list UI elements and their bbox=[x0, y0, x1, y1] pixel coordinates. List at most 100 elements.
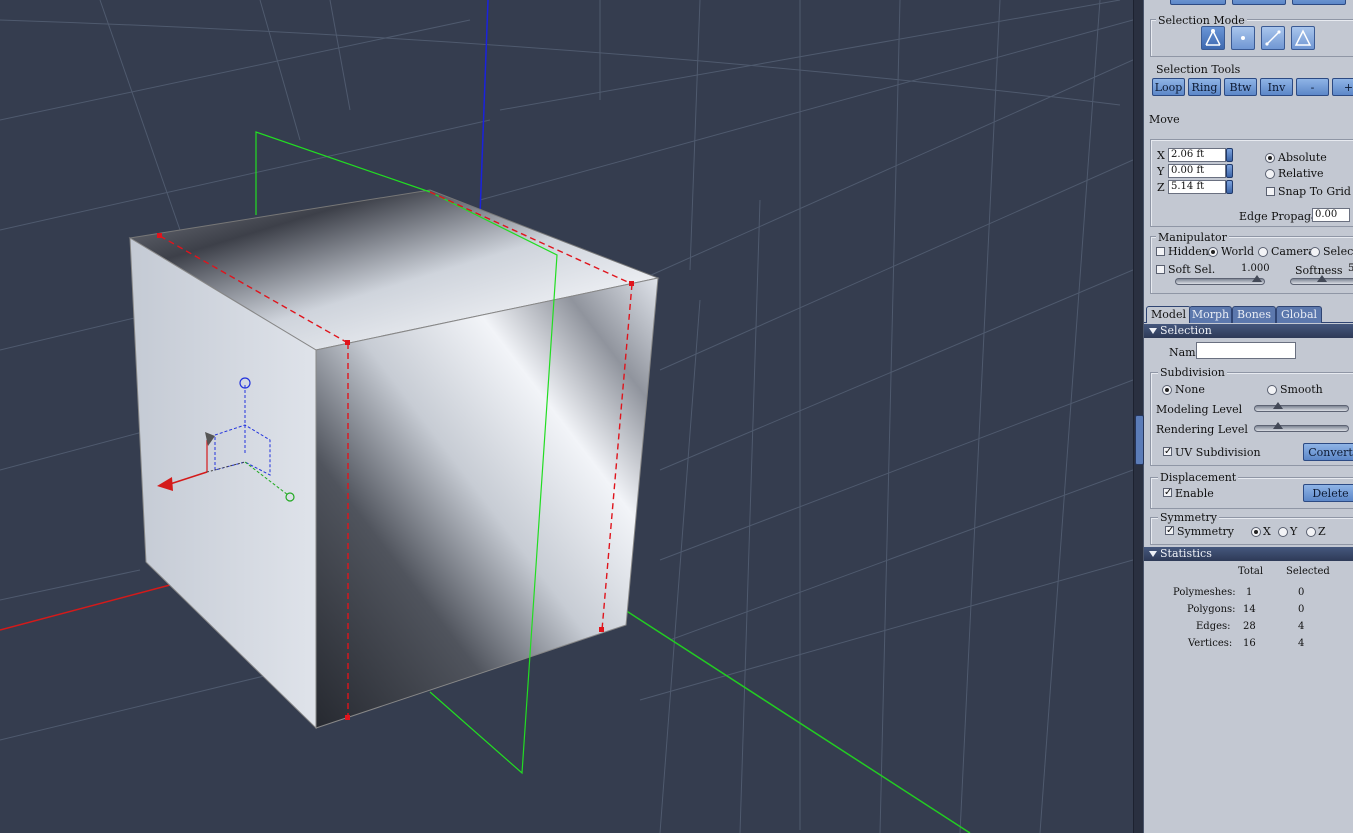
cube-mesh[interactable] bbox=[128, 189, 660, 730]
stats-total-header: Total bbox=[1238, 566, 1264, 577]
properties-panel: Selection Mode Selection Tools Loop Ring… bbox=[1144, 0, 1353, 833]
move-title: Move bbox=[1149, 113, 1180, 126]
selection-tools-title: Selection Tools bbox=[1156, 63, 1241, 76]
y-spinner[interactable] bbox=[1226, 164, 1233, 178]
edge-propagation-input[interactable]: 0.00 bbox=[1312, 208, 1350, 222]
modeling-level-slider-thumb[interactable] bbox=[1273, 402, 1283, 409]
symmetry-z-radio[interactable] bbox=[1306, 527, 1316, 537]
stats-row-selected: 0 bbox=[1298, 604, 1305, 615]
modeling-level-label: Modeling Level bbox=[1156, 403, 1243, 416]
convert-button[interactable]: Convert bbox=[1303, 443, 1353, 461]
3d-viewport[interactable] bbox=[0, 0, 1133, 833]
stats-row-total: 28 bbox=[1243, 621, 1256, 632]
subdivision-smooth-radio[interactable] bbox=[1267, 385, 1277, 395]
stats-row-total: 1 bbox=[1246, 587, 1253, 598]
relative-label: Relative bbox=[1278, 167, 1324, 180]
selection-section-title: Selection bbox=[1160, 324, 1212, 337]
soft-sel-checkbox[interactable] bbox=[1156, 265, 1165, 274]
statistics-section-header[interactable]: Statistics bbox=[1144, 547, 1353, 561]
softness-slider-thumb[interactable] bbox=[1317, 275, 1327, 282]
rendering-level-slider[interactable] bbox=[1254, 422, 1349, 432]
ring-button[interactable]: Ring bbox=[1188, 78, 1221, 96]
symmetry-z-label: Z bbox=[1318, 525, 1326, 538]
x-spinner[interactable] bbox=[1226, 148, 1233, 162]
subdivision-smooth-label: Smooth bbox=[1280, 383, 1323, 396]
top-toolbar-strip bbox=[1144, 0, 1353, 6]
x-label: X bbox=[1157, 149, 1165, 162]
displacement-enable-label: Enable bbox=[1175, 487, 1214, 500]
polygon-mode-button[interactable] bbox=[1291, 26, 1315, 50]
symmetry-x-radio[interactable] bbox=[1251, 527, 1261, 537]
modeling-level-slider[interactable] bbox=[1254, 402, 1349, 412]
panel-splitter[interactable] bbox=[1133, 0, 1144, 833]
stats-selected-header: Selected bbox=[1286, 566, 1330, 577]
vertex-mode-button[interactable] bbox=[1201, 26, 1225, 50]
absolute-radio[interactable] bbox=[1265, 153, 1275, 163]
grow-selection-button[interactable]: + bbox=[1332, 78, 1353, 96]
stats-row-label: Polygons: bbox=[1187, 604, 1236, 615]
stats-row-total: 14 bbox=[1243, 604, 1256, 615]
y-label: Y bbox=[1157, 165, 1165, 178]
toolbar-button-1[interactable] bbox=[1170, 0, 1226, 5]
selection-section-header[interactable]: Selection bbox=[1144, 324, 1353, 338]
hidden-checkbox[interactable] bbox=[1156, 247, 1165, 256]
between-button[interactable]: Btw bbox=[1224, 78, 1257, 96]
softness-value: 5 bbox=[1348, 263, 1353, 274]
tab-global[interactable]: Global bbox=[1276, 306, 1322, 323]
splitter-grip-handle[interactable] bbox=[1135, 415, 1144, 465]
selection-radio[interactable] bbox=[1310, 247, 1320, 257]
hidden-label: Hidden bbox=[1168, 245, 1209, 258]
snap-to-grid-checkbox[interactable] bbox=[1266, 187, 1275, 196]
rendering-level-slider-thumb[interactable] bbox=[1273, 422, 1283, 429]
delete-displacement-button[interactable]: Delete bbox=[1303, 484, 1353, 502]
stats-row-label: Edges: bbox=[1196, 621, 1231, 632]
symmetry-checkbox[interactable]: ✓ bbox=[1165, 526, 1174, 536]
z-input[interactable]: 5.14 ft bbox=[1168, 180, 1226, 194]
symmetry-y-radio[interactable] bbox=[1278, 527, 1288, 537]
absolute-label: Absolute bbox=[1278, 151, 1327, 164]
soft-sel-slider[interactable] bbox=[1175, 275, 1265, 285]
soft-sel-value: 1.000 bbox=[1241, 263, 1270, 274]
z-spinner[interactable] bbox=[1226, 180, 1233, 194]
uv-subdivision-checkbox[interactable]: ✓ bbox=[1163, 447, 1172, 457]
y-input[interactable]: 0.00 ft bbox=[1168, 164, 1226, 178]
tab-bones[interactable]: Bones bbox=[1232, 306, 1276, 323]
toolbar-button-2[interactable] bbox=[1232, 0, 1286, 5]
point-mode-icon bbox=[1241, 36, 1245, 40]
snap-to-grid-label: Snap To Grid bbox=[1278, 185, 1351, 198]
soft-sel-slider-thumb[interactable] bbox=[1252, 275, 1262, 282]
shrink-selection-button[interactable]: - bbox=[1296, 78, 1329, 96]
tab-model[interactable]: Model bbox=[1146, 306, 1191, 323]
loop-button[interactable]: Loop bbox=[1152, 78, 1185, 96]
subdivision-none-label: None bbox=[1175, 383, 1205, 396]
polygon-mode-icon bbox=[1294, 29, 1312, 46]
camera-radio[interactable] bbox=[1258, 247, 1268, 257]
world-radio[interactable] bbox=[1208, 247, 1218, 257]
statistics-section-title: Statistics bbox=[1160, 547, 1212, 560]
toolbar-button-3[interactable] bbox=[1292, 0, 1346, 5]
symmetry-title: Symmetry bbox=[1158, 511, 1220, 524]
stats-row-selected: 4 bbox=[1298, 638, 1305, 649]
symmetry-label: Symmetry bbox=[1177, 525, 1235, 538]
tab-morph[interactable]: Morph bbox=[1189, 306, 1232, 323]
symmetry-y-label: Y bbox=[1290, 525, 1298, 538]
softness-slider[interactable] bbox=[1290, 275, 1353, 285]
viewport-scene[interactable] bbox=[0, 0, 1133, 833]
point-mode-button[interactable] bbox=[1231, 26, 1255, 50]
displacement-title: Displacement bbox=[1158, 471, 1239, 484]
selection-pivot-label: Selectio bbox=[1323, 245, 1353, 258]
name-input[interactable] bbox=[1196, 342, 1296, 359]
subdivision-none-radio[interactable] bbox=[1162, 385, 1172, 395]
displacement-enable-checkbox[interactable]: ✓ bbox=[1163, 488, 1172, 498]
z-label: Z bbox=[1157, 181, 1165, 194]
rendering-level-label: Rendering Level bbox=[1156, 423, 1248, 436]
invert-button[interactable]: Inv bbox=[1260, 78, 1293, 96]
subdivision-title: Subdivision bbox=[1158, 366, 1227, 379]
collapse-triangle-icon bbox=[1149, 551, 1157, 557]
manipulator-title: Manipulator bbox=[1156, 231, 1229, 244]
x-input[interactable]: 2.06 ft bbox=[1168, 148, 1226, 162]
edge-mode-button[interactable] bbox=[1261, 26, 1285, 50]
relative-radio[interactable] bbox=[1265, 169, 1275, 179]
world-label: World bbox=[1221, 245, 1254, 258]
soft-sel-label: Soft Sel. bbox=[1168, 263, 1216, 276]
